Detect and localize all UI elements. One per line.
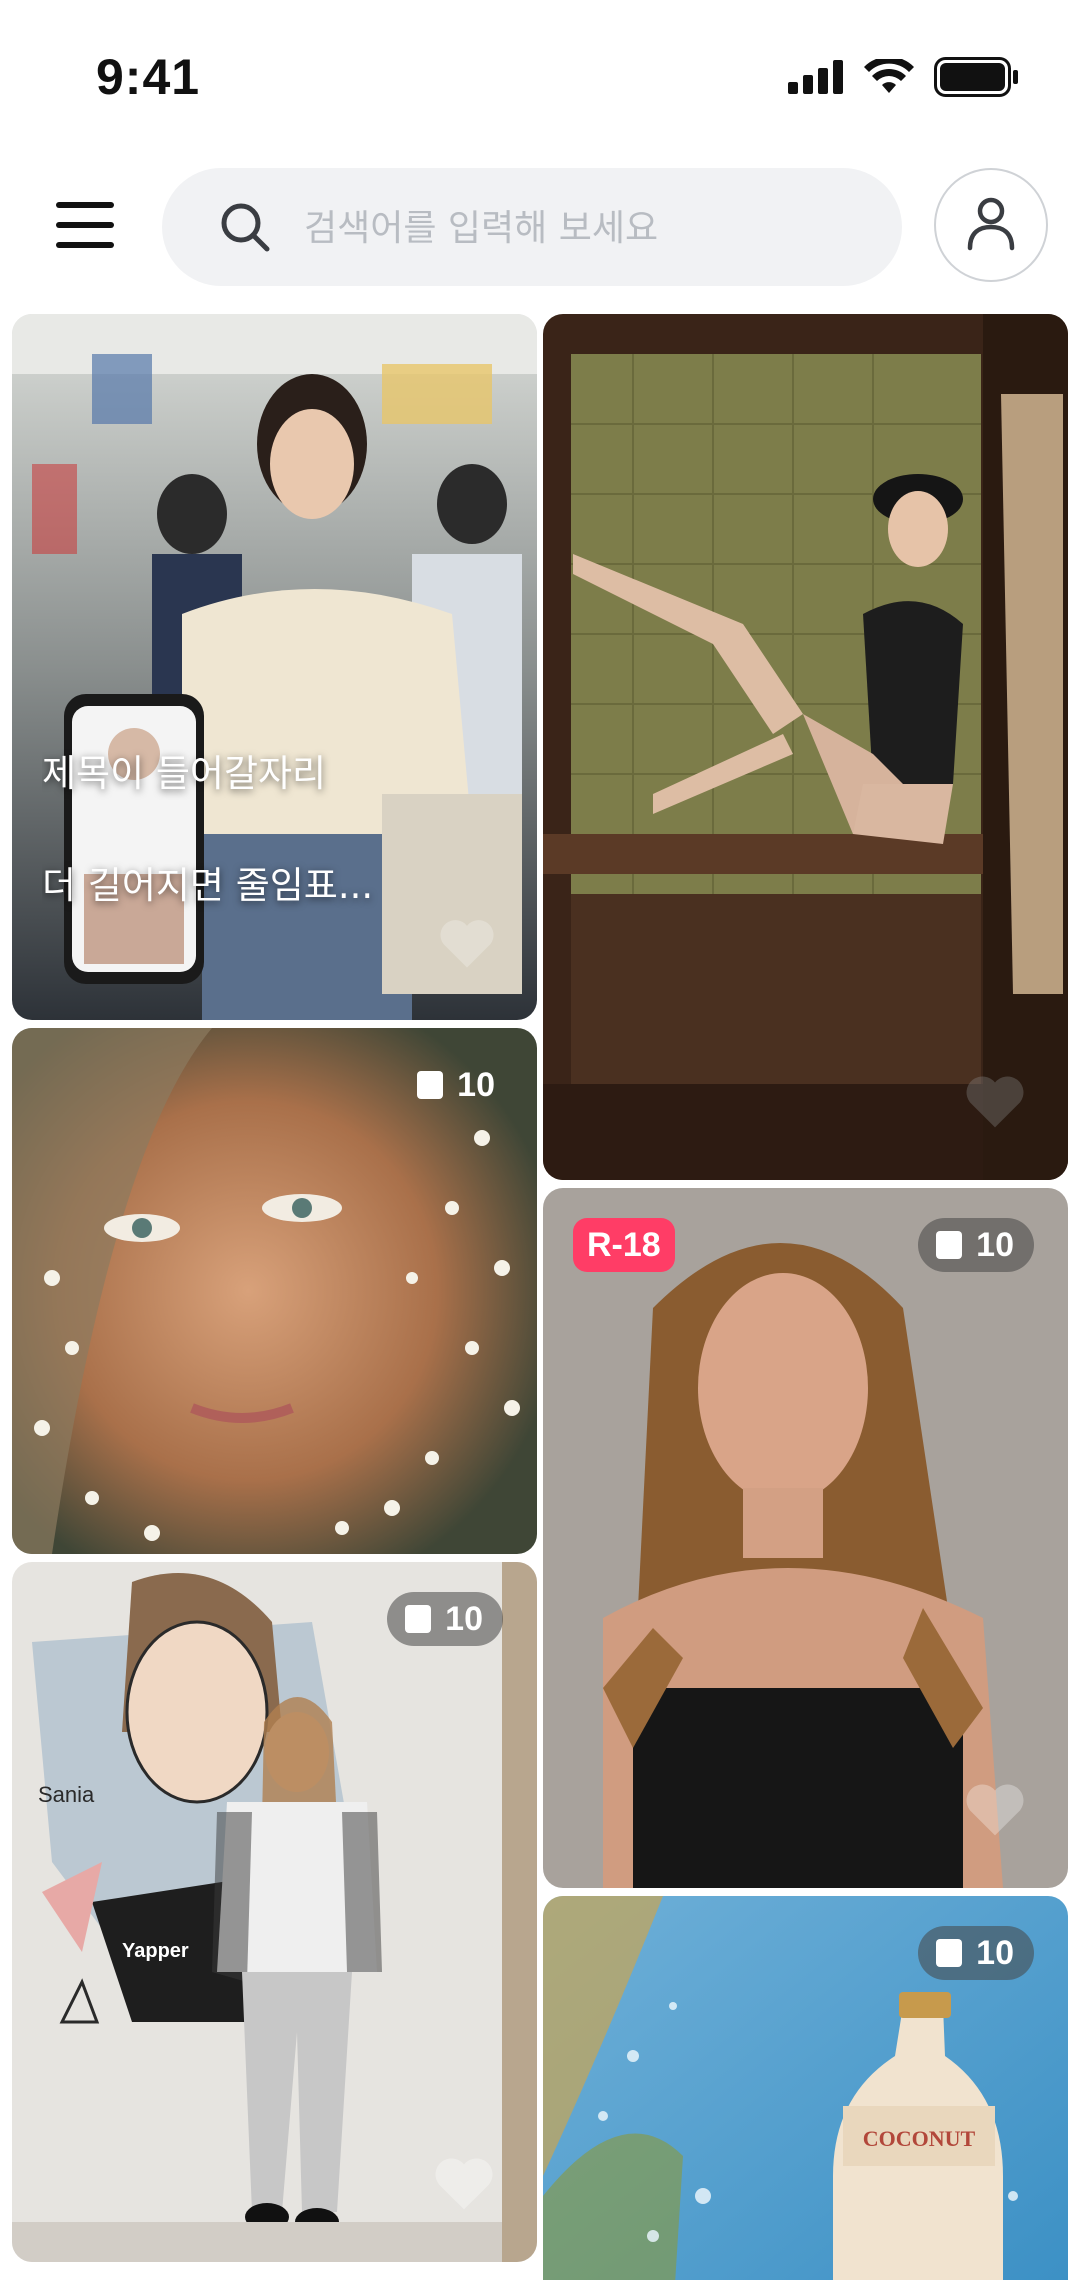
card-title-line: 더 길어지면 줄임표... <box>42 864 374 907</box>
heart-icon[interactable] <box>962 1780 1028 1838</box>
image-count-badge: 10 <box>918 1218 1034 1272</box>
menu-button[interactable] <box>50 190 130 260</box>
battery-icon <box>934 57 1018 97</box>
search-icon <box>221 203 270 252</box>
mural-text: Sania <box>38 1782 95 1807</box>
status-time: 9:41 <box>96 49 201 105</box>
heart-icon[interactable] <box>962 1072 1028 1130</box>
profile-button[interactable] <box>934 168 1048 282</box>
cellular-signal-icon <box>788 60 843 94</box>
status-bar: 9:41 <box>0 0 1080 150</box>
card-image <box>543 314 1068 1180</box>
rating-badge: R-18 <box>573 1218 675 1272</box>
image-stack-icon <box>405 1605 432 1633</box>
tshirt-text: Yapper <box>122 1940 189 1962</box>
image-stack-icon <box>936 1231 963 1259</box>
image-count-badge: 10 <box>918 1926 1034 1980</box>
image-stack-icon <box>936 1939 963 1967</box>
image-feed: 제목이 들어갈자리 더 길어지면 줄임표... 10 R-18 10 Yappe… <box>0 314 1080 2280</box>
bottle-label-text: COCONUT <box>863 2126 976 2151</box>
menu-bar <box>56 242 114 248</box>
image-count-badge: 10 <box>399 1058 503 1112</box>
feed-card[interactable]: Yapper Sania 10 <box>12 1562 537 2262</box>
feed-card[interactable]: R-18 10 <box>543 1188 1068 1888</box>
heart-icon[interactable] <box>431 2154 497 2212</box>
app-header <box>0 160 1080 290</box>
heart-icon[interactable] <box>437 916 497 970</box>
menu-bar <box>56 222 114 228</box>
image-count: 10 <box>976 1933 1014 1972</box>
search-bar[interactable] <box>162 168 902 288</box>
image-count-badge: 10 <box>387 1592 503 1646</box>
feed-card[interactable]: COCONUT 10 <box>543 1896 1068 2280</box>
user-icon <box>967 197 1015 251</box>
image-count: 10 <box>976 1225 1014 1264</box>
image-stack-icon <box>417 1071 444 1099</box>
menu-bar <box>56 202 114 208</box>
card-title-line: 제목이 들어갈자리 <box>42 752 327 795</box>
search-input[interactable] <box>302 168 866 288</box>
image-count: 10 <box>445 1599 483 1638</box>
feed-card[interactable]: 10 <box>12 1028 537 1554</box>
feed-card[interactable] <box>543 314 1068 1180</box>
image-count: 10 <box>457 1065 495 1104</box>
wifi-icon <box>864 59 914 93</box>
feed-card[interactable]: 제목이 들어갈자리 더 길어지면 줄임표... <box>12 314 537 1020</box>
status-icons <box>788 55 1020 99</box>
